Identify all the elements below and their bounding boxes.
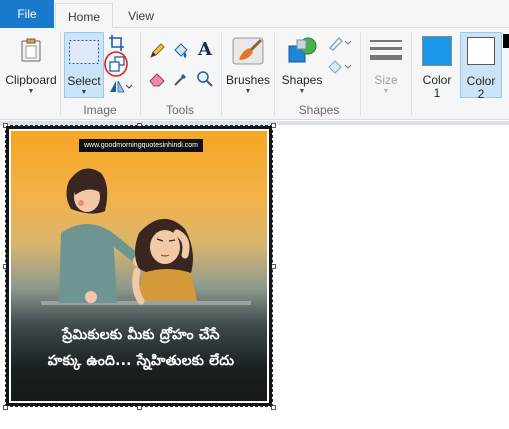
- color2-button[interactable]: Color 2: [460, 32, 502, 101]
- size-button[interactable]: Size ▼: [364, 32, 408, 98]
- brushes-button[interactable]: Brushes ▼: [224, 32, 272, 98]
- text-tool-icon[interactable]: A: [198, 39, 212, 60]
- color1-swatch: [422, 36, 452, 66]
- illustration: [41, 168, 251, 305]
- color-picker-icon[interactable]: [172, 70, 190, 88]
- group-divider: [360, 32, 361, 116]
- size-label: Size: [374, 73, 398, 87]
- select-button[interactable]: Select ▼: [64, 32, 104, 98]
- tab-view[interactable]: View: [115, 3, 167, 29]
- annotation-circle: [104, 51, 128, 77]
- pencil-icon[interactable]: [148, 42, 166, 60]
- color1-label: Color 1: [422, 73, 452, 100]
- fill-icon[interactable]: [327, 58, 351, 76]
- ribbon-tab-bar: File Home View: [0, 0, 509, 29]
- chevron-down-icon: ▼: [382, 88, 390, 95]
- line-width-icon: [370, 40, 402, 60]
- shapes-label: Shapes: [281, 73, 323, 87]
- clipboard-label: Clipboard: [5, 73, 57, 87]
- clipboard-button[interactable]: Clipboard ▼: [3, 32, 59, 98]
- tools-group-label: Tools: [165, 103, 194, 117]
- chevron-down-icon: ▼: [27, 88, 35, 95]
- group-divider: [411, 32, 412, 116]
- fill-bucket-icon[interactable]: [172, 42, 190, 60]
- shapes-icon: [288, 37, 317, 63]
- group-divider: [60, 32, 61, 116]
- group-divider: [221, 32, 222, 116]
- shapes-button[interactable]: Shapes ▼: [278, 32, 326, 98]
- tab-home[interactable]: Home: [55, 3, 113, 29]
- outline-icon[interactable]: [327, 34, 351, 52]
- clipboard-icon: [21, 38, 41, 62]
- magnifier-icon[interactable]: [196, 70, 214, 88]
- brush-icon: [232, 37, 264, 65]
- chevron-down-icon: ▼: [80, 89, 88, 96]
- quote-line-2: హక్కు ఉంది... స్నేహితులకు లేదు: [47, 353, 235, 369]
- canvas-image[interactable]: www.goodmorningquotesinhindi.com ప్రేమిక…: [6, 126, 272, 406]
- color2-label: Color 2: [466, 74, 496, 101]
- shapes-group-label: Shapes: [298, 103, 340, 117]
- chevron-down-icon: ▼: [298, 88, 306, 95]
- image-group-label: Image: [83, 103, 117, 117]
- color2-swatch: [467, 37, 495, 65]
- ribbon: Clipboard ▼ Select ▼ Image A Tools Brush…: [0, 28, 509, 120]
- brushes-label: Brushes: [225, 73, 271, 87]
- eraser-icon[interactable]: [148, 70, 166, 88]
- rotate-icon[interactable]: [108, 78, 132, 96]
- color1-button[interactable]: Color 1: [416, 32, 458, 100]
- rectangle-select-icon: [69, 40, 99, 64]
- group-divider: [274, 32, 275, 116]
- watermark-url: www.goodmorningquotesinhindi.com: [79, 139, 204, 152]
- quote-line-1: ప్రేమికులకు మీకు ద్రోహం చేసే: [62, 327, 220, 343]
- tab-file[interactable]: File: [0, 0, 54, 28]
- select-label: Select: [67, 74, 101, 88]
- palette-swatch-black[interactable]: [503, 34, 509, 48]
- chevron-down-icon: ▼: [244, 88, 252, 95]
